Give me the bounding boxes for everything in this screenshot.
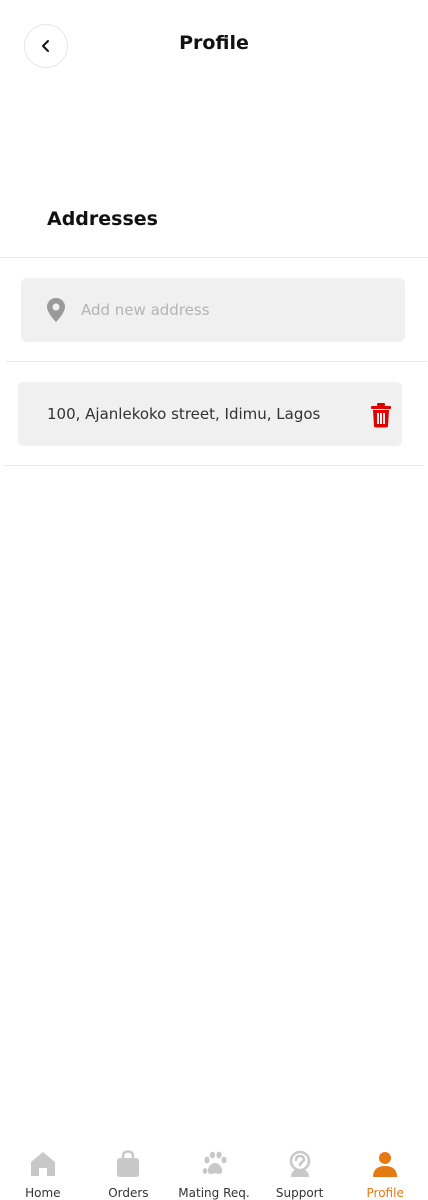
nav-item-mating-requests[interactable]: Mating Req. xyxy=(171,1140,257,1200)
map-pin-icon xyxy=(47,298,65,322)
trash-icon[interactable] xyxy=(370,402,392,428)
divider xyxy=(4,465,424,466)
bottom-nav: Home Orders Mating Req. Support Profile xyxy=(0,1140,428,1200)
nav-label: Home xyxy=(25,1186,61,1200)
nav-item-profile[interactable]: Profile xyxy=(342,1140,428,1200)
nav-item-home[interactable]: Home xyxy=(0,1140,86,1200)
nav-item-orders[interactable]: Orders xyxy=(86,1140,172,1200)
nav-item-support[interactable]: Support xyxy=(257,1140,343,1200)
support-icon xyxy=(289,1150,310,1177)
user-icon xyxy=(373,1152,398,1177)
add-address-placeholder: Add new address xyxy=(81,301,210,319)
nav-label: Support xyxy=(275,1186,324,1200)
nav-label: Profile xyxy=(366,1186,404,1200)
address-text: 100, Ajanlekoko street, Idimu, Lagos xyxy=(47,405,321,423)
paw-icon xyxy=(202,1151,227,1174)
nav-label: Mating Req. xyxy=(178,1186,250,1200)
shopping-bag-icon xyxy=(117,1150,140,1177)
home-icon xyxy=(30,1152,55,1176)
page-title: Profile xyxy=(179,32,249,54)
add-address-field[interactable]: Add new address xyxy=(21,278,405,342)
divider xyxy=(6,361,427,362)
divider xyxy=(0,257,428,258)
address-item[interactable]: 100, Ajanlekoko street, Idimu, Lagos xyxy=(18,382,402,446)
addresses-heading: Addresses xyxy=(47,208,158,230)
nav-label: Orders xyxy=(108,1186,149,1200)
